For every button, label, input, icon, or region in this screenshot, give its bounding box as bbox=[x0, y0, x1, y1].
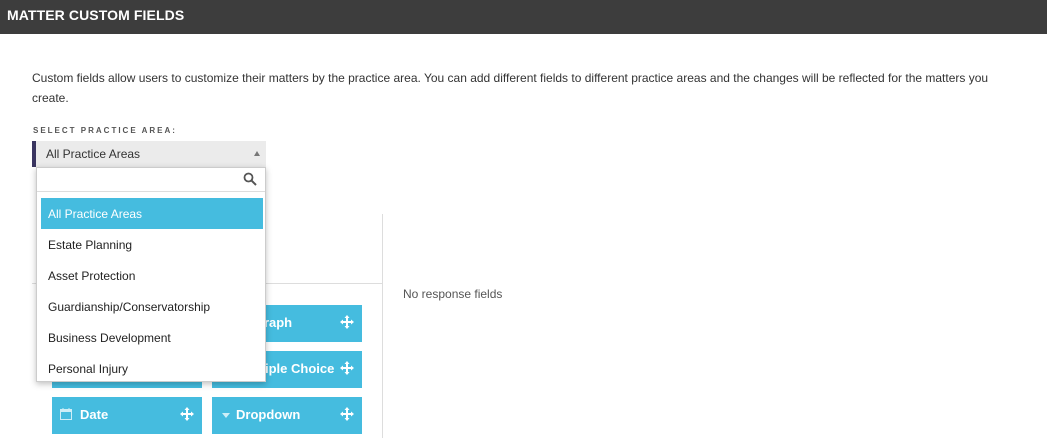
page-description: Custom fields allow users to customize t… bbox=[32, 71, 989, 105]
dropdown-field-button[interactable]: Dropdown bbox=[212, 397, 362, 434]
dropdown-option-business-development[interactable]: Business Development bbox=[41, 322, 263, 353]
move-icon[interactable] bbox=[340, 315, 354, 329]
dropdown-field-label: Dropdown bbox=[236, 407, 301, 422]
page-title: MATTER CUSTOM FIELDS bbox=[7, 7, 185, 23]
dropdown-search bbox=[37, 168, 265, 192]
date-field-button[interactable]: Date bbox=[52, 397, 202, 434]
move-icon[interactable] bbox=[340, 407, 354, 421]
multiple-choice-field-label: iple Choice bbox=[265, 361, 335, 376]
caret-down-icon bbox=[222, 413, 230, 418]
dropdown-option-estate-planning[interactable]: Estate Planning bbox=[41, 229, 263, 260]
practice-area-label: SELECT PRACTICE AREA: bbox=[33, 126, 177, 135]
option-label: Business Development bbox=[48, 331, 171, 345]
dropdown-option-asset-protection[interactable]: Asset Protection bbox=[41, 260, 263, 291]
practice-area-select[interactable]: All Practice Areas bbox=[32, 141, 266, 167]
date-field-label: Date bbox=[80, 407, 109, 422]
option-label: Personal Injury bbox=[48, 362, 129, 376]
panel-divider bbox=[382, 214, 383, 438]
move-icon[interactable] bbox=[340, 361, 354, 375]
dropdown-option-guardianship[interactable]: Guardianship/Conservatorship bbox=[41, 291, 263, 322]
dropdown-option-all-practice-areas[interactable]: All Practice Areas bbox=[41, 198, 263, 229]
calendar-icon bbox=[60, 408, 72, 420]
option-label: Estate Planning bbox=[48, 238, 133, 252]
option-label: Asset Protection bbox=[48, 269, 136, 283]
practice-area-dropdown: All Practice Areas Estate Planning Asset… bbox=[36, 167, 266, 382]
option-label: All Practice Areas bbox=[48, 207, 143, 221]
dropdown-option-personal-injury[interactable]: Personal Injury bbox=[41, 353, 263, 384]
move-icon[interactable] bbox=[180, 407, 194, 421]
option-label: Guardianship/Conservatorship bbox=[48, 300, 211, 314]
page-header: MATTER CUSTOM FIELDS bbox=[0, 0, 1047, 34]
practice-area-selected-value: All Practice Areas bbox=[46, 147, 141, 161]
caret-up-icon bbox=[254, 151, 260, 156]
no-response-fields-text: No response fields bbox=[403, 287, 503, 301]
search-icon bbox=[243, 172, 257, 186]
practice-area-search-input[interactable] bbox=[39, 170, 239, 190]
